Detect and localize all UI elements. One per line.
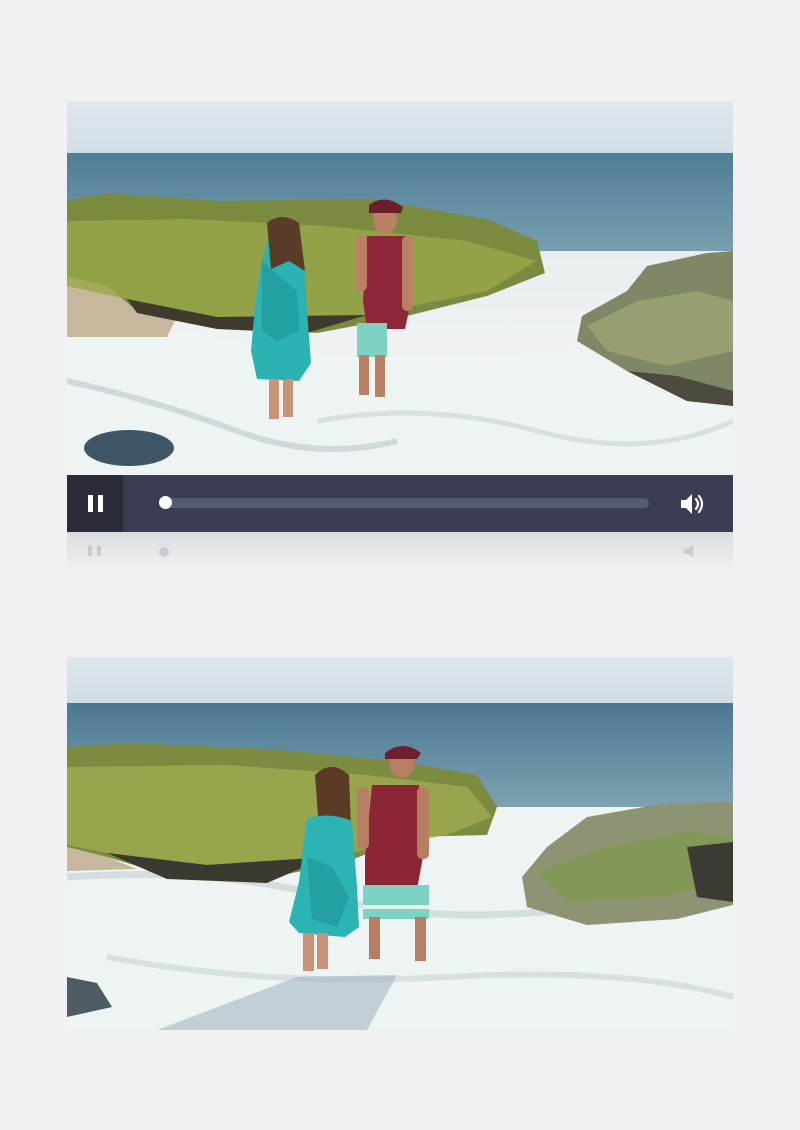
video-frame-top[interactable] [67,101,733,475]
video-image-top [67,101,733,475]
video-frame-bottom[interactable] [67,657,733,1030]
progress-bar[interactable] [159,496,649,509]
volume-icon [681,494,704,514]
pause-button[interactable] [67,475,123,532]
video-control-bar [67,475,733,532]
control-bar-reflection [67,532,733,570]
volume-button[interactable] [679,491,707,517]
video-image-bottom [67,657,733,1030]
progress-handle[interactable] [159,496,172,509]
